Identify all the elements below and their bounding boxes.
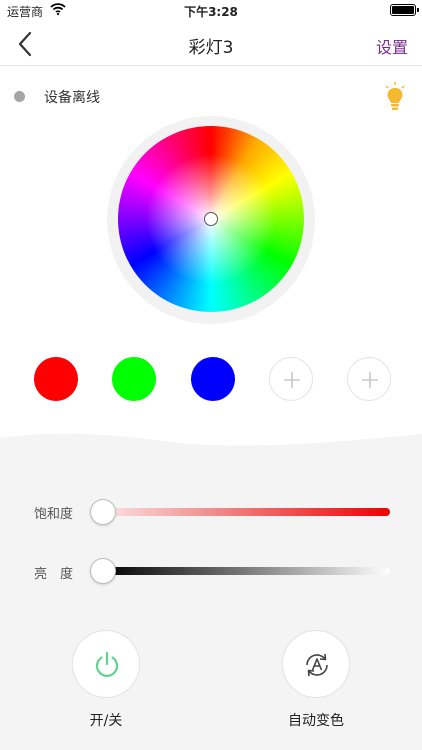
brightness-slider-thumb[interactable] — [90, 558, 116, 584]
power-button[interactable] — [72, 630, 140, 698]
nav-bar: 彩灯3 设置 — [0, 22, 422, 66]
brightness-slider[interactable] — [102, 567, 390, 575]
auto-color-label: 自动变色 — [288, 713, 344, 729]
page-title: 彩灯3 — [188, 38, 234, 58]
clock: 下午3:28 — [184, 5, 238, 19]
preset-swatch-red[interactable] — [34, 357, 78, 401]
add-preset-button[interactable] — [269, 357, 313, 401]
settings-button[interactable]: 设置 — [376, 34, 408, 58]
saturation-slider-thumb[interactable] — [90, 499, 116, 525]
preset-swatch-green[interactable] — [112, 357, 156, 401]
power-label: 开/关 — [89, 713, 123, 729]
status-bar: 运营商 下午3:28 — [0, 0, 422, 22]
bulb-icon[interactable] — [384, 82, 406, 112]
device-status-label: 设备离线 — [44, 90, 100, 106]
saturation-slider[interactable] — [102, 508, 390, 516]
color-wheel-knob[interactable] — [204, 212, 218, 226]
brightness-label: 亮 度 — [34, 567, 74, 582]
offline-status-dot — [14, 91, 25, 102]
auto-color-button[interactable] — [282, 630, 350, 698]
control-panel — [0, 430, 422, 750]
preset-swatch-blue[interactable] — [191, 357, 235, 401]
battery-icon — [390, 4, 419, 16]
add-preset-button[interactable] — [347, 357, 391, 401]
saturation-label: 饱和度 — [34, 507, 74, 522]
